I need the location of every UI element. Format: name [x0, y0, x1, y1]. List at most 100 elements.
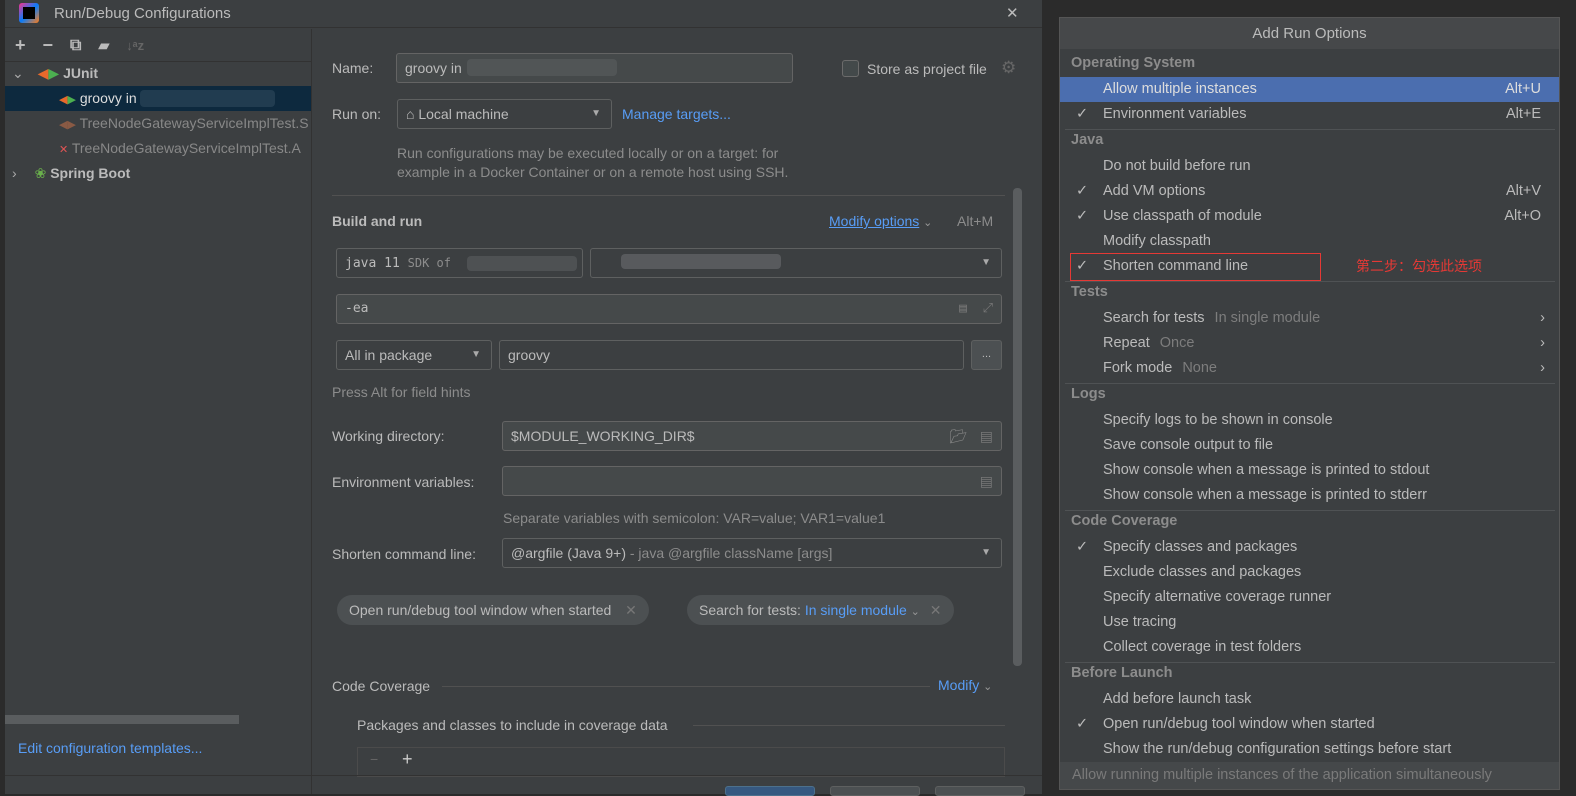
label-text: Specify alternative coverage runner [1103, 589, 1332, 605]
menu-item[interactable]: Do not build before run [1060, 154, 1559, 179]
document-icon[interactable]: ▤ [980, 422, 993, 450]
menu-item-label: Specify classes and packages [1103, 535, 1297, 560]
chevron-right-icon: › [1540, 335, 1545, 351]
menu-separator [1065, 662, 1555, 663]
junit-icon: ◀▶ [59, 119, 76, 131]
menu-item[interactable]: Show console when a message is printed t… [1060, 483, 1559, 508]
label-text: Add VM options [1103, 183, 1206, 199]
document-icon[interactable]: ▤ [959, 295, 967, 323]
run-on-value: Local machine [418, 106, 509, 122]
test-kind-dropdown[interactable]: All in package ▼ [336, 340, 492, 370]
run-on-hint-2: example in a Docker Container or on a re… [397, 164, 789, 180]
sort-icon[interactable]: ↓ᵃz [126, 38, 144, 53]
label-text: Show the run/debug configuration setting… [1103, 741, 1452, 757]
label-text: Repeat [1103, 335, 1150, 351]
vm-options-input[interactable]: -ea ▤ ⤢ [336, 294, 1002, 324]
coverage-packages-heading: Packages and classes to include in cover… [357, 717, 668, 733]
menu-item-hint: Once [1159, 335, 1195, 351]
menu-item-label: Add before launch task [1103, 687, 1251, 712]
menu-item[interactable]: Show console when a message is printed t… [1060, 458, 1559, 483]
edit-templates-link[interactable]: Edit configuration templates... [18, 740, 202, 756]
code-coverage-heading: Code Coverage [332, 678, 431, 694]
menu-item-shortcut: Alt+O [1504, 208, 1541, 224]
name-label: Name: [332, 60, 374, 76]
apply-button[interactable] [935, 786, 1025, 796]
menu-group-title: Code Coverage [1071, 513, 1178, 529]
search-tests-value[interactable]: In single module [805, 602, 907, 618]
manage-targets-link[interactable]: Manage targets... [622, 106, 731, 122]
title-bar: Run/Debug Configurations ✕ [5, 0, 1042, 28]
close-icon[interactable]: ✕ [930, 602, 942, 618]
folder-icon[interactable]: 📂︎ [949, 422, 967, 450]
menu-item[interactable]: Show the run/debug configuration setting… [1060, 737, 1559, 762]
browse-button[interactable]: ... [971, 340, 1002, 370]
menu-item-shortcut: Alt+E [1505, 106, 1541, 122]
menu-item[interactable]: ✓ Add VM options Alt+V [1060, 179, 1559, 204]
cancel-button[interactable] [830, 786, 920, 796]
add-icon[interactable]: + [402, 749, 413, 770]
menu-item[interactable]: Fork mode None › [1060, 356, 1559, 381]
horizontal-scrollbar[interactable] [5, 715, 239, 724]
menu-item[interactable]: ✓ Environment variables Alt+E [1060, 102, 1559, 127]
close-button[interactable]: ✕ [1006, 4, 1019, 22]
document-icon[interactable]: ▤ [980, 467, 993, 495]
name-input[interactable]: groovy in [396, 53, 793, 83]
menu-item-label: Allow multiple instances [1103, 77, 1257, 102]
package-input[interactable]: groovy [499, 340, 964, 370]
ok-button[interactable] [725, 786, 815, 796]
tree-item-test1[interactable]: ◀▶ TreeNodeGatewayServiceImplTest.S [5, 111, 311, 136]
menu-item[interactable]: ✓ Specify classes and packages [1060, 535, 1559, 560]
menu-item[interactable]: Specify logs to be shown in console [1060, 408, 1559, 433]
menu-item[interactable]: Collect coverage in test folders [1060, 635, 1559, 660]
tree-item-test2[interactable]: ✕ TreeNodeGatewayServiceImplTest.A [5, 136, 311, 161]
working-dir-input[interactable]: $MODULE_WORKING_DIR$ 📂︎ ▤ [502, 421, 1002, 451]
menu-item[interactable]: Search for tests In single module › [1060, 306, 1559, 331]
close-icon[interactable]: ✕ [625, 602, 637, 618]
store-project-checkbox[interactable] [842, 60, 859, 77]
add-run-options-popup: Add Run Options Operating System Allow mu… [1059, 17, 1560, 790]
dropdown-arrow-icon: ▼ [981, 547, 991, 558]
run-on-dropdown[interactable]: ⌂ Local machine ▼ [397, 99, 612, 129]
open-tool-window-chip[interactable]: Open run/debug tool window when started … [337, 595, 649, 625]
menu-item[interactable]: ✓ Use classpath of module Alt+O [1060, 204, 1559, 229]
menu-item[interactable]: ✓ Open run/debug tool window when started [1060, 712, 1559, 737]
env-vars-input[interactable]: ▤ [502, 466, 1002, 496]
remove-icon[interactable]: − [43, 35, 54, 56]
remove-icon[interactable]: − [370, 751, 378, 767]
label-text: Environment variables [1103, 106, 1247, 122]
menu-item[interactable]: Use tracing [1060, 610, 1559, 635]
tree-item-spring-boot[interactable]: › ❀ Spring Boot [5, 161, 311, 186]
menu-item[interactable]: Repeat Once › [1060, 331, 1559, 356]
annotation-text: 第二步：勾选此选项 [1356, 258, 1482, 274]
tree-item-groovy[interactable]: ◀▶ groovy in [5, 86, 311, 111]
tree-item-junit[interactable]: ⌄ ◀▶ JUnit [5, 61, 311, 86]
menu-item[interactable]: Add before launch task [1060, 687, 1559, 712]
module-classpath-dropdown[interactable]: ▼ [590, 248, 1002, 278]
modify-options-link[interactable]: Modify options ⌄ [829, 213, 932, 229]
copy-icon[interactable]: ⧉ [70, 37, 81, 55]
modify-options-shortcut: Alt+M [957, 213, 994, 229]
new-folder-icon[interactable]: ▰ [98, 37, 109, 54]
menu-item[interactable]: Modify classpath [1060, 229, 1559, 254]
gear-icon[interactable]: ⚙ [1001, 58, 1016, 78]
shorten-command-dropdown[interactable]: @argfile (Java 9+) - java @argfile class… [502, 538, 1002, 568]
vertical-scrollbar[interactable] [1013, 188, 1022, 666]
menu-item-label: Repeat Once [1103, 331, 1194, 356]
menu-item[interactable]: Specify alternative coverage runner [1060, 585, 1559, 610]
chevron-down-icon: ⌄ [983, 681, 993, 693]
menu-item-hint: None [1182, 360, 1217, 376]
divider [332, 195, 1005, 196]
sidebar-toolbar: + − ⧉ ▰ ↓ᵃz [15, 35, 144, 56]
chevron-right-icon: › [1540, 360, 1545, 376]
jre-combo[interactable]: java 11 SDK of [336, 248, 583, 278]
checkmark-icon: ✓ [1076, 208, 1089, 224]
expand-icon[interactable]: ⤢ [983, 295, 993, 323]
menu-item[interactable]: Allow multiple instances Alt+U [1060, 77, 1559, 102]
menu-item[interactable]: Save console output to file [1060, 433, 1559, 458]
add-icon[interactable]: + [15, 35, 26, 56]
run-debug-dialog: Run/Debug Configurations ✕ + − ⧉ ▰ ↓ᵃz ⌄… [5, 0, 1042, 796]
search-tests-chip[interactable]: Search for tests: In single module ⌄ ✕ [687, 595, 954, 625]
menu-item[interactable]: Exclude classes and packages [1060, 560, 1559, 585]
modify-coverage-link[interactable]: Modify ⌄ [938, 677, 992, 693]
store-project-label[interactable]: Store as project file [867, 61, 987, 77]
